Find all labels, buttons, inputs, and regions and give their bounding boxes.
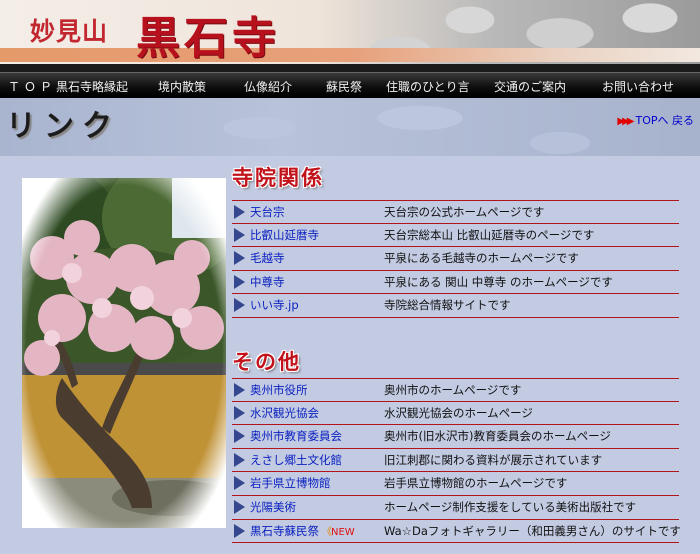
link-description: 水沢観光協会のホームページ [384,405,533,420]
link-name[interactable]: 水沢観光協会 [250,405,319,421]
bullet-triangle-icon [234,383,245,397]
links-table-temples: 天台宗 天台宗の公式ホームページです 比叡山延暦寺 天台宗総本山 比叡山延暦寺のペー… [232,200,679,318]
link-description: 天台宗の公式ホームページです [384,205,545,219]
link-row: 中尊寺 平泉にある 関山 中尊寺 のホームページです [232,271,679,295]
header-divider [0,64,700,72]
link-description: 奥州市(旧水沢市)教育委員会のホームページ [384,429,611,444]
link-row: 光陽美術 ホームページ制作支援をしている美術出版社です [232,496,679,520]
section-heading-temples: 寺院関係 [232,165,324,190]
link-name[interactable]: 中尊寺 [250,274,285,290]
links-table-others: 奥州市役所 奥州市のホームページです 水沢観光協会 水沢観光協会のホームページ 奥州… [232,378,681,544]
link-row: 奥州市教育委員会 奥州市(旧水沢市)教育委員会のホームページ [232,425,679,449]
link-name[interactable]: 光陽美術 [250,499,296,515]
nav-item-contact[interactable]: お問い合わせ [602,78,674,95]
bullet-triangle-icon [234,429,245,444]
bullet-triangle-icon [234,405,245,420]
link-row: えさし郷土文化館 旧江刺郡に関わる資料が展示されています [232,449,679,473]
link-name[interactable]: 岩手県立博物館 [250,475,331,491]
nav-item-top[interactable]: ＴＯＰ [8,78,56,95]
bullet-triangle-icon [234,298,245,313]
link-row: いい寺.jp 寺院総合情報サイトです [232,294,679,318]
plum-tree-photo [22,178,226,528]
link-name[interactable]: 比叡山延暦寺 [250,227,319,243]
chevron-left-icon: 《 [322,526,332,538]
header-stripe [0,48,700,62]
link-description: 岩手県立博物館のホームページです [384,476,568,491]
link-name[interactable]: 奥州市役所 [250,382,308,398]
link-row: 黒石寺蘇民祭 《NEW Wa☆Daフォトギャラリー（和田義男さん）のサイトです [232,520,681,544]
link-description: 寺院総合情報サイトです [384,298,511,313]
link-description: ホームページ制作支援をしている美術出版社です [384,499,637,514]
bullet-triangle-icon [234,476,245,491]
nav-item-access[interactable]: 交通のご案内 [494,78,566,95]
link-name[interactable]: 毛越寺 [250,250,285,266]
nav-item-somin-festival[interactable]: 蘇民祭 [326,78,362,95]
link-row: 岩手県立博物館 岩手県立博物館のホームページです [232,472,679,496]
link-description: 旧江刺郡に関わる資料が展示されています [384,452,603,467]
main-content: 寺院関係 天台宗 天台宗の公式ホームページです 比叡山延暦寺 天台宗総本山 比叡山延… [0,156,700,554]
link-name[interactable]: いい寺.jp [250,297,299,313]
nav-item-grounds[interactable]: 境内散策 [158,78,206,95]
nav-item-buddha-statues[interactable]: 仏像紹介 [244,78,292,95]
bullet-triangle-icon [234,205,245,219]
back-to-top-label: TOPへ 戻る [635,114,694,127]
bullet-triangle-icon [234,523,245,538]
nav-item-history[interactable]: 黒石寺略縁起 [56,78,128,95]
link-row: 天台宗 天台宗の公式ホームページです [232,200,679,224]
link-row: 比叡山延暦寺 天台宗総本山 比叡山延暦寺のページです [232,224,679,248]
link-description: 奥州市のホームページです [384,383,522,397]
plum-tree-image [22,178,226,528]
link-name[interactable]: えさし郷土文化館 [250,452,342,468]
link-description: 平泉にある毛越寺のホームページです [384,251,579,266]
bullet-triangle-icon [234,251,245,266]
site-subtitle: 妙見山 [30,17,109,46]
page-heading-band: リンク ▶▶▶ TOPへ 戻る [0,98,700,156]
link-row: 毛越寺 平泉にある毛越寺のホームページです [232,247,679,271]
link-name[interactable]: 奥州市教育委員会 [250,428,342,444]
new-badge: 《NEW [322,527,355,538]
section-heading-others: その他 [232,349,301,374]
bullet-triangle-icon [234,274,245,289]
link-row: 奥州市役所 奥州市のホームページです [232,378,679,402]
link-row: 水沢観光協会 水沢観光協会のホームページ [232,402,679,426]
nav-item-priest-blog[interactable]: 住職のひとり言 [386,78,470,95]
link-name[interactable]: 黒石寺蘇民祭 《NEW [250,523,355,539]
link-description: 平泉にある 関山 中尊寺 のホームページです [384,274,613,289]
bullet-triangle-icon [234,227,245,242]
back-to-top-link[interactable]: ▶▶▶ TOPへ 戻る [617,112,694,128]
main-nav: ＴＯＰ 黒石寺略縁起 境内散策 仏像紹介 蘇民祭 住職のひとり言 交通のご案内 … [0,72,700,98]
bullet-triangle-icon [234,499,245,514]
link-name-text: 黒石寺蘇民祭 [250,523,319,538]
bullet-triangle-icon [234,452,245,467]
triple-arrow-icon: ▶▶▶ [617,116,634,127]
new-badge-label: NEW [331,526,355,538]
page-title: リンク [6,109,120,144]
link-description: 天台宗総本山 比叡山延暦寺のページです [384,227,595,242]
link-description: Wa☆Daフォトギャラリー（和田義男さん）のサイトです [384,523,681,538]
site-header: 妙見山 黒石寺 [0,0,700,64]
link-name[interactable]: 天台宗 [250,204,285,220]
site-title: 黒石寺 [136,13,280,64]
